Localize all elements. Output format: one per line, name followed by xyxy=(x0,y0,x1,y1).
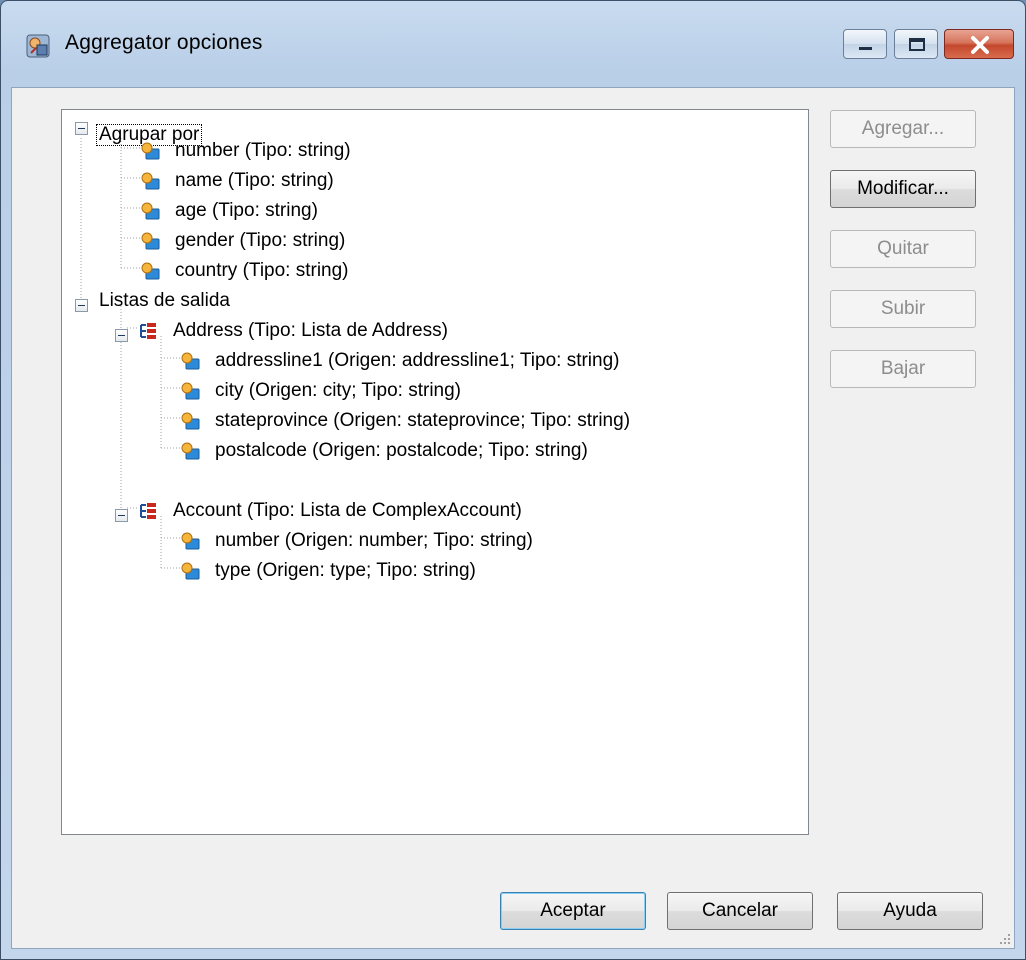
tree-node-group-field[interactable]: age (Tipo: string) xyxy=(140,198,321,224)
maximize-button[interactable] xyxy=(894,29,938,59)
tree-node-label: age (Tipo: string) xyxy=(175,200,318,221)
remove-button[interactable]: Quitar xyxy=(830,230,976,268)
tree-node-label: stateprovince (Origen: stateprovince; Ti… xyxy=(215,410,631,431)
tree-node-list-field[interactable]: city (Origen: city; Tipo: string) xyxy=(180,378,464,404)
maximize-icon xyxy=(909,38,925,51)
tree-node-label: gender (Tipo: string) xyxy=(175,230,346,251)
expand-toggle-address[interactable] xyxy=(115,329,128,342)
help-button[interactable]: Ayuda xyxy=(837,892,983,930)
field-icon xyxy=(141,172,160,190)
tree-node-list-field[interactable]: type (Origen: type; Tipo: string) xyxy=(180,558,479,584)
tree-node-group-field[interactable]: country (Tipo: string) xyxy=(140,258,352,284)
options-tree[interactable]: Agrupar por number (Tipo: string) name (… xyxy=(61,109,809,835)
tree-node-output-lists[interactable]: Listas de salida xyxy=(96,288,233,314)
modify-button[interactable]: Modificar... xyxy=(830,170,976,208)
tree-node-group-field[interactable]: gender (Tipo: string) xyxy=(140,228,348,254)
field-icon xyxy=(181,442,200,460)
close-button[interactable] xyxy=(944,29,1014,59)
tree-node-label: city (Origen: city; Tipo: string) xyxy=(215,380,462,401)
resize-grip-icon[interactable] xyxy=(997,931,1011,945)
tree-node-label: addressline1 (Origen: addressline1; Tipo… xyxy=(215,350,620,371)
tree-node-list-field[interactable]: number (Origen: number; Tipo: string) xyxy=(180,528,536,554)
tree-node-group-field[interactable]: number (Tipo: string) xyxy=(140,138,354,164)
list-icon xyxy=(140,503,156,519)
tree-node-list-field[interactable]: addressline1 (Origen: addressline1; Tipo… xyxy=(180,348,622,374)
window-title: Aggregator opciones xyxy=(65,31,263,54)
tree-node-label: type (Origen: type; Tipo: string) xyxy=(215,560,476,581)
tree-node-list-field[interactable]: stateprovince (Origen: stateprovince; Ti… xyxy=(180,408,633,434)
field-icon xyxy=(181,562,200,580)
minimize-icon xyxy=(859,47,872,50)
dialog-body: Agrupar por number (Tipo: string) name (… xyxy=(11,87,1015,949)
tree-node-list-address[interactable]: Address (Tipo: Lista de Address) xyxy=(138,318,451,344)
dialog-window: Aggregator opciones Agrupar por number (… xyxy=(0,0,1026,960)
tree-node-label: Address (Tipo: Lista de Address) xyxy=(173,320,448,341)
field-icon xyxy=(141,142,160,160)
title-bar[interactable]: Aggregator opciones xyxy=(1,1,1025,87)
ok-button[interactable]: Aceptar xyxy=(500,892,646,930)
tree-node-label: Listas de salida xyxy=(99,290,230,311)
field-icon xyxy=(181,382,200,400)
expand-toggle-output-lists[interactable] xyxy=(75,299,88,312)
field-icon xyxy=(181,532,200,550)
app-icon xyxy=(26,34,50,58)
field-icon xyxy=(141,202,160,220)
move-down-button[interactable]: Bajar xyxy=(830,350,976,388)
move-up-button[interactable]: Subir xyxy=(830,290,976,328)
tree-node-group-field[interactable]: name (Tipo: string) xyxy=(140,168,337,194)
field-icon xyxy=(141,232,160,250)
tree-node-label: postalcode (Origen: postalcode; Tipo: st… xyxy=(215,440,588,461)
expand-toggle-group-by[interactable] xyxy=(75,122,88,135)
tree-node-label: country (Tipo: string) xyxy=(175,260,349,281)
field-icon xyxy=(181,352,200,370)
minimize-button[interactable] xyxy=(843,29,887,59)
cancel-button[interactable]: Cancelar xyxy=(667,892,813,930)
field-icon xyxy=(141,262,160,280)
tree-node-label: number (Tipo: string) xyxy=(175,140,351,161)
field-icon xyxy=(181,412,200,430)
tree-node-label: Account (Tipo: Lista de ComplexAccount) xyxy=(173,500,522,521)
expand-toggle-account[interactable] xyxy=(115,509,128,522)
list-icon xyxy=(140,323,156,339)
tree-node-label: name (Tipo: string) xyxy=(175,170,334,191)
tree-node-label: number (Origen: number; Tipo: string) xyxy=(215,530,533,551)
tree-node-list-field[interactable]: postalcode (Origen: postalcode; Tipo: st… xyxy=(180,438,591,464)
add-button[interactable]: Agregar... xyxy=(830,110,976,148)
close-icon xyxy=(971,36,989,54)
tree-node-list-account[interactable]: Account (Tipo: Lista de ComplexAccount) xyxy=(138,498,525,524)
